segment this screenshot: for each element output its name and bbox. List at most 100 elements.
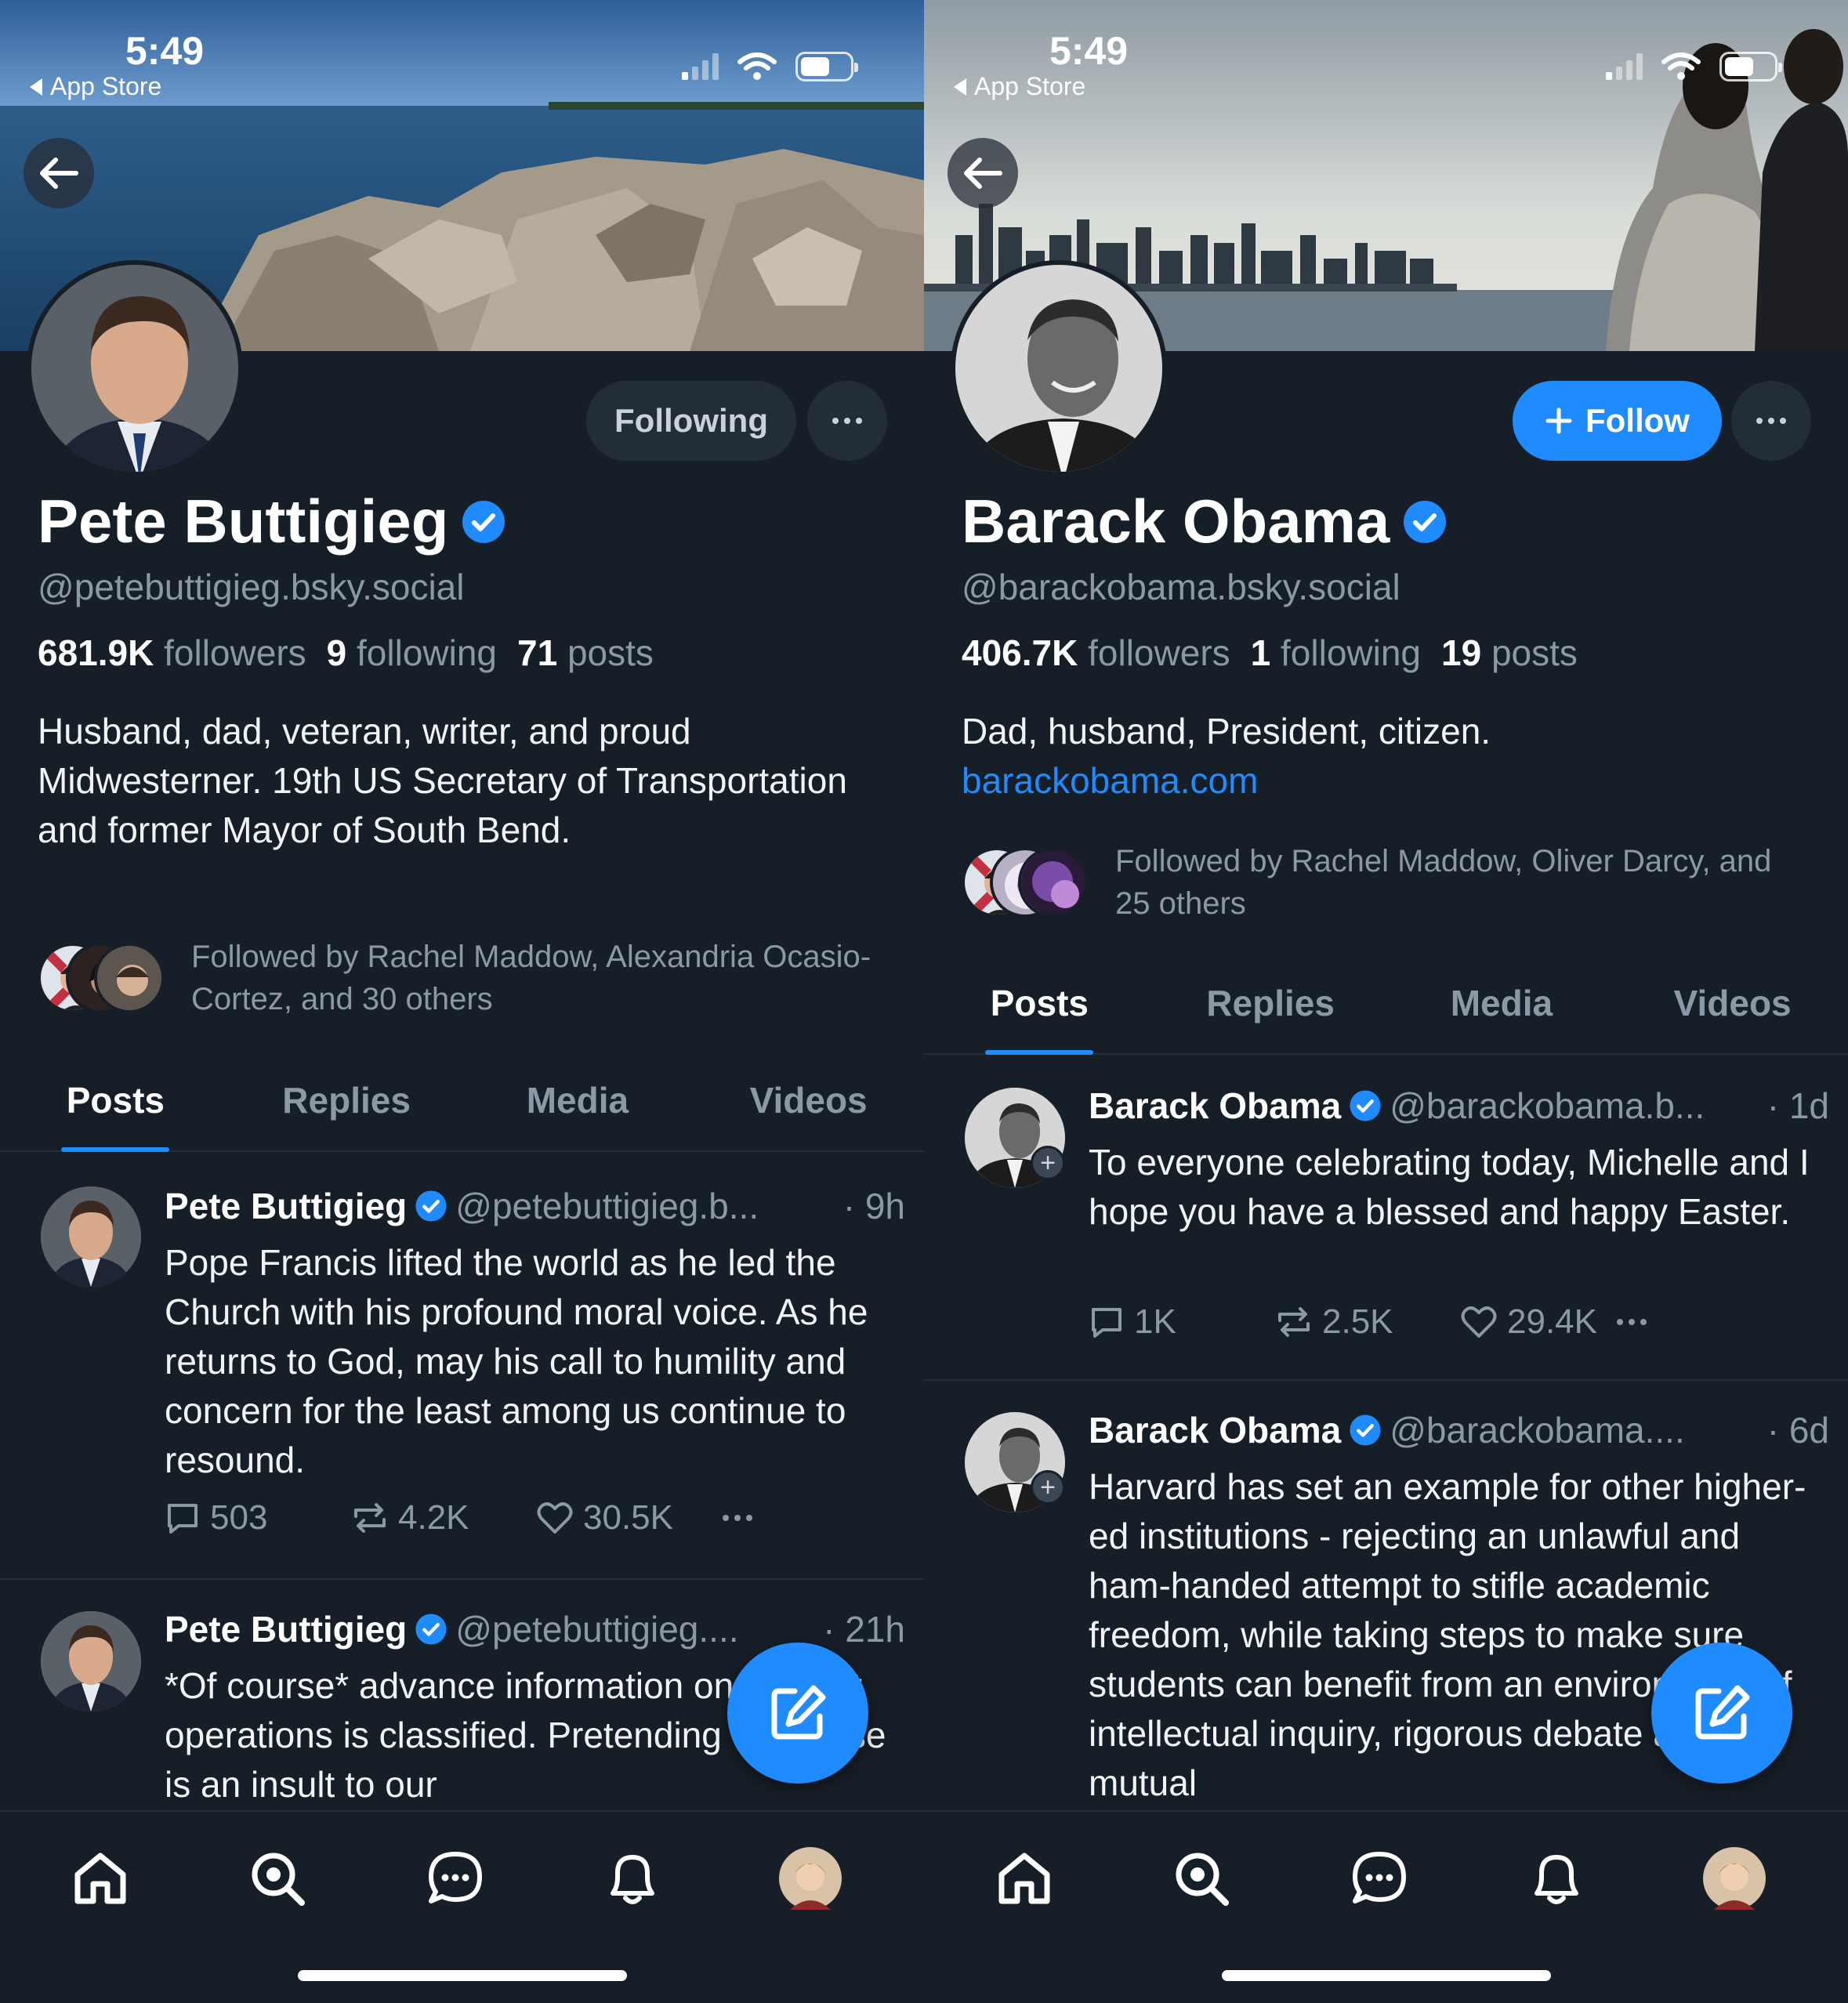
followed-by[interactable]: Followed by Rachel Maddow, Alexandria Oc… xyxy=(38,936,881,1020)
like-count: 30.5K xyxy=(583,1498,673,1537)
profile-panel-obama: 5:49 App Store Follow Barack Obama @bara… xyxy=(924,0,1848,2003)
tab-videos[interactable]: Videos xyxy=(693,1050,924,1150)
profile-avatar xyxy=(779,1847,842,1910)
profile-stats: 681.9K followers 9 following 71 posts xyxy=(38,632,654,674)
repost-count: 2.5K xyxy=(1322,1302,1393,1341)
plus-icon xyxy=(1545,407,1572,434)
post-timestamp[interactable]: · 1d xyxy=(1767,1085,1829,1127)
post-actions: 1K 2.5K 29.4K xyxy=(1089,1302,1647,1342)
nav-chat[interactable] xyxy=(420,1843,491,1914)
heart-icon xyxy=(1461,1306,1497,1338)
nav-profile[interactable] xyxy=(775,1843,846,1914)
home-indicator[interactable] xyxy=(1222,1970,1551,1981)
verified-badge-icon xyxy=(1350,1090,1381,1121)
followers-stat[interactable]: 681.9K followers xyxy=(38,632,306,674)
compose-pencil-icon xyxy=(1695,1685,1750,1740)
post-header: Barack Obama @barackobama.b... · 1d xyxy=(1089,1085,1829,1127)
profile-tabs: Posts Replies Media Videos xyxy=(0,1050,924,1152)
feed-post[interactable]: Pete Buttigieg @petebuttigieg.b... · 9h … xyxy=(0,1154,924,1580)
compose-button[interactable] xyxy=(1651,1643,1792,1784)
nav-home[interactable] xyxy=(989,1843,1060,1914)
following-stat[interactable]: 1 following xyxy=(1251,632,1421,674)
nav-home[interactable] xyxy=(65,1843,136,1914)
like-button[interactable]: 30.5K xyxy=(536,1498,723,1538)
reply-button[interactable]: 503 xyxy=(165,1498,351,1538)
post-timestamp[interactable]: · 6d xyxy=(1767,1409,1829,1451)
tab-media[interactable]: Media xyxy=(1386,953,1618,1053)
reply-button[interactable]: 1K xyxy=(1089,1302,1275,1342)
follow-button[interactable]: Follow xyxy=(1513,381,1722,461)
profile-avatar[interactable] xyxy=(951,260,1167,476)
nav-notifications[interactable] xyxy=(1521,1843,1592,1914)
repost-button[interactable]: 2.5K xyxy=(1275,1302,1460,1342)
arrow-left-icon xyxy=(964,158,1002,189)
status-time: 5:49 xyxy=(1049,29,1129,73)
following-stat[interactable]: 9 following xyxy=(327,632,497,674)
profile-handle: @barackobama.bsky.social xyxy=(962,567,1400,607)
ellipsis-icon xyxy=(723,1515,752,1521)
follow-plus-icon[interactable]: + xyxy=(1031,1470,1065,1505)
followers-stat[interactable]: 406.7K followers xyxy=(962,632,1230,674)
post-avatar[interactable] xyxy=(41,1186,141,1287)
post-header: Barack Obama @barackobama.... · 6d xyxy=(1089,1409,1829,1451)
followed-by-avatars xyxy=(38,943,165,1013)
chat-icon xyxy=(429,1852,482,1903)
repost-icon xyxy=(1278,1307,1310,1337)
back-button[interactable] xyxy=(24,138,94,208)
back-button[interactable] xyxy=(948,138,1018,208)
feed-post[interactable]: + Barack Obama @barackobama.b... · 1d To… xyxy=(924,1056,1848,1381)
nav-profile[interactable] xyxy=(1699,1843,1770,1914)
tab-media[interactable]: Media xyxy=(462,1050,694,1150)
post-timestamp[interactable]: · 21h xyxy=(823,1608,905,1650)
profile-bio: Dad, husband, President, citizen. barack… xyxy=(962,707,1816,806)
nav-notifications[interactable] xyxy=(597,1843,668,1914)
post-author-name[interactable]: Barack Obama xyxy=(1089,1085,1341,1127)
verified-badge-icon xyxy=(462,500,505,543)
followed-by-text: Followed by Rachel Maddow, Alexandria Oc… xyxy=(191,940,871,1016)
post-author-name[interactable]: Pete Buttigieg xyxy=(165,1185,407,1227)
follow-plus-icon[interactable]: + xyxy=(1031,1146,1065,1180)
home-indicator[interactable] xyxy=(298,1970,627,1981)
tab-posts[interactable]: Posts xyxy=(924,953,1155,1053)
wifi-icon xyxy=(1661,53,1701,80)
post-author-name[interactable]: Pete Buttigieg xyxy=(165,1608,407,1650)
post-author-name[interactable]: Barack Obama xyxy=(1089,1409,1341,1451)
tab-posts[interactable]: Posts xyxy=(0,1050,231,1150)
repost-icon xyxy=(354,1503,386,1533)
followed-by-avatars xyxy=(962,847,1089,918)
reply-count: 503 xyxy=(210,1498,268,1537)
profile-name: Pete Buttigieg xyxy=(38,486,506,557)
followed-by[interactable]: Followed by Rachel Maddow, Oliver Darcy,… xyxy=(962,840,1805,925)
profile-name-text: Pete Buttigieg xyxy=(38,487,449,556)
tab-replies[interactable]: Replies xyxy=(1155,953,1386,1053)
reply-icon xyxy=(168,1504,197,1534)
battery-icon xyxy=(1719,52,1782,81)
search-icon xyxy=(1176,1853,1229,1906)
reply-icon xyxy=(1092,1308,1121,1338)
profile-more-button[interactable] xyxy=(807,381,887,461)
like-count: 29.4K xyxy=(1507,1302,1597,1341)
profile-website-link[interactable]: barackobama.com xyxy=(962,756,1816,806)
nav-search[interactable] xyxy=(1166,1843,1237,1914)
repost-button[interactable]: 4.2K xyxy=(351,1498,536,1538)
compose-button[interactable] xyxy=(727,1643,868,1784)
post-timestamp[interactable]: · 9h xyxy=(843,1185,905,1227)
post-more-button[interactable] xyxy=(723,1515,752,1521)
wifi-icon xyxy=(737,53,777,80)
profile-bio-text: Dad, husband, President, citizen. xyxy=(962,711,1491,752)
profile-more-button[interactable] xyxy=(1731,381,1811,461)
back-to-app-store[interactable]: App Store xyxy=(954,72,1085,101)
following-button[interactable]: Following xyxy=(586,381,796,461)
profile-avatar[interactable] xyxy=(27,260,243,476)
like-button[interactable]: 29.4K xyxy=(1460,1302,1617,1342)
post-more-button[interactable] xyxy=(1617,1319,1647,1325)
nav-search[interactable] xyxy=(242,1843,313,1914)
tab-videos[interactable]: Videos xyxy=(1617,953,1848,1053)
profile-tabs: Posts Replies Media Videos xyxy=(924,953,1848,1055)
arrow-left-icon xyxy=(40,158,78,189)
tab-replies[interactable]: Replies xyxy=(231,1050,462,1150)
profile-name: Barack Obama xyxy=(962,486,1448,557)
nav-chat[interactable] xyxy=(1344,1843,1415,1914)
back-to-app-store[interactable]: App Store xyxy=(30,72,161,101)
post-avatar[interactable] xyxy=(41,1611,141,1711)
